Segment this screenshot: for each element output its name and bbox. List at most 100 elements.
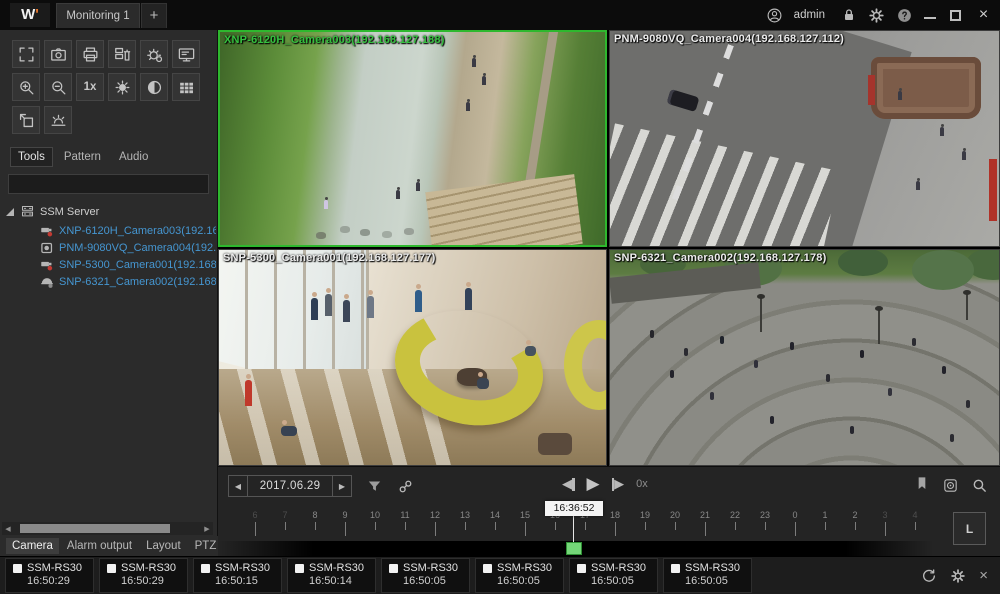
event-type-icon: [577, 564, 586, 573]
zoom-out-button[interactable]: [44, 73, 72, 101]
event-time: 16:50:15: [215, 575, 281, 587]
refresh-icon[interactable]: [921, 568, 937, 584]
zoom-in-button[interactable]: [12, 73, 40, 101]
scroll-left-icon[interactable]: ◀: [2, 525, 14, 533]
prev-day-button[interactable]: ◀: [228, 475, 248, 497]
event-type-icon: [671, 564, 680, 573]
date-field[interactable]: 2017.06.29: [248, 475, 332, 497]
scrollbar-thumb[interactable]: [20, 524, 170, 533]
delete-record-button[interactable]: [108, 40, 136, 68]
timeline-tick: [765, 522, 766, 530]
tree-node-server[interactable]: SSM Server: [6, 204, 217, 219]
person-figure: [281, 426, 297, 436]
filter-icon[interactable]: [366, 478, 383, 495]
event-cell-1[interactable]: SSM-RS3016:50:29: [5, 558, 94, 593]
person-figure: [343, 300, 350, 322]
event-time: 16:50:05: [403, 575, 469, 587]
event-cell-5[interactable]: SSM-RS3016:50:05: [381, 558, 470, 593]
playback-speed: 0x: [636, 478, 648, 490]
video-tile-3[interactable]: SNP-5300_Camera001(192.168.127.177): [218, 249, 607, 466]
timeline-tick: [345, 522, 346, 536]
sidebar-tab-pattern[interactable]: Pattern: [57, 148, 108, 166]
event-cell-8[interactable]: SSM-RS3016:50:05: [663, 558, 752, 593]
tree-node-camera-4[interactable]: SNP-6321_Camera002(192.168.127.178): [40, 273, 216, 290]
bottom-tab-alarm-output[interactable]: Alarm output: [61, 538, 138, 554]
person-figure: [525, 346, 536, 356]
link-icon[interactable]: [397, 478, 414, 495]
display-button[interactable]: [172, 40, 200, 68]
person-figure: [482, 76, 486, 85]
next-day-button[interactable]: ▶: [332, 475, 352, 497]
alarm-button[interactable]: [44, 106, 72, 134]
event-type-icon: [389, 564, 398, 573]
timeline-hour-label: 7: [275, 510, 295, 520]
help-icon[interactable]: [896, 7, 913, 24]
live-mode-button[interactable]: L: [953, 512, 986, 545]
video-tile-2[interactable]: PNM-9080VQ_Camera004(192.168.127.112): [609, 30, 1000, 247]
bottom-tab-layout[interactable]: Layout: [140, 538, 187, 554]
layout-grid-button[interactable]: [172, 73, 200, 101]
person-figure: [367, 296, 374, 318]
event-cell-3[interactable]: SSM-RS3016:50:15: [193, 558, 282, 593]
step-forward-button[interactable]: ▶: [612, 476, 625, 492]
video-tile-1[interactable]: XNP-6120H_Camera003(192.168.127.188): [218, 30, 607, 247]
add-tab-button[interactable]: +: [141, 3, 167, 28]
timeline-tick: [795, 522, 796, 536]
print-button[interactable]: [76, 40, 104, 68]
tree-node-camera-2[interactable]: PNM-9080VQ_Camera004(192.168.127.112): [40, 239, 216, 256]
event-time: 16:50:05: [685, 575, 751, 587]
tab-monitoring-1[interactable]: Monitoring 1: [56, 3, 140, 28]
tree-expand-icon[interactable]: [6, 208, 14, 216]
maximize-button[interactable]: [947, 7, 964, 24]
sidebar-horizontal-scrollbar[interactable]: ◀ ▶: [2, 522, 213, 535]
person-figure: [325, 294, 332, 316]
search-playback-icon[interactable]: [971, 477, 988, 494]
video-tile-4[interactable]: SNP-6321_Camera002(192.168.127.178): [609, 249, 1000, 466]
timeline-position-marker[interactable]: [566, 542, 582, 555]
event-cell-7[interactable]: SSM-RS3016:50:05: [569, 558, 658, 593]
sidebar-tab-tools[interactable]: Tools: [10, 147, 53, 167]
timeline-tick: [825, 522, 826, 530]
ptz-pattern-button[interactable]: [12, 106, 40, 134]
tree-node-camera-1[interactable]: XNP-6120H_Camera003(192.168.127.188): [40, 222, 216, 239]
bottom-tab-camera[interactable]: Camera: [6, 538, 59, 554]
step-backward-button[interactable]: ◀: [562, 476, 575, 492]
scrollbar-track[interactable]: [14, 523, 201, 534]
event-cell-2[interactable]: SSM-RS3016:50:29: [99, 558, 188, 593]
tree-node-camera-3[interactable]: SNP-5300_Camera001(192.168.127.177): [40, 256, 216, 273]
zoom-1x-button[interactable]: 1x: [76, 73, 104, 101]
export-record-icon[interactable]: [942, 477, 959, 494]
bookmark-icon[interactable]: [914, 475, 930, 496]
timeline-tick: [735, 522, 736, 530]
snapshot-button[interactable]: [44, 40, 72, 68]
event-settings-gear-icon[interactable]: [950, 568, 966, 584]
lock-icon[interactable]: [840, 7, 857, 24]
contrast-button[interactable]: [140, 73, 168, 101]
minimize-button[interactable]: [924, 9, 936, 21]
timeline-track[interactable]: [218, 541, 948, 556]
sidebar-tab-audio[interactable]: Audio: [112, 148, 155, 166]
event-cell-6[interactable]: SSM-RS3016:50:05: [475, 558, 564, 593]
event-strip-close-icon[interactable]: ×: [979, 567, 988, 584]
settings-gear-icon[interactable]: [868, 7, 885, 24]
fullscreen-button[interactable]: [12, 40, 40, 68]
brightness-button[interactable]: [108, 73, 136, 101]
play-button[interactable]: ▶: [587, 474, 600, 494]
scroll-right-icon[interactable]: ▶: [201, 525, 213, 533]
search-input[interactable]: [9, 176, 208, 194]
timeline-tick: [855, 522, 856, 530]
timeline-cursor-line: [573, 516, 574, 542]
camera-osd-label: XNP-6120H_Camera003(192.168.127.188): [224, 34, 445, 46]
event-time: 16:50:29: [27, 575, 93, 587]
event-cell-4[interactable]: SSM-RS3016:50:14: [287, 558, 376, 593]
event-rule-icon: [145, 45, 164, 64]
event-source: SSM-RS30: [215, 562, 270, 574]
timeline-hour-label: 21: [695, 510, 715, 520]
timeline[interactable]: 6789101112131415161718192021222301234 16…: [218, 504, 1000, 556]
event-type-icon: [13, 564, 22, 573]
event-rule-button[interactable]: [140, 40, 168, 68]
timeline-tick: [555, 522, 556, 530]
video-grid: XNP-6120H_Camera003(192.168.127.188) P: [218, 30, 1000, 466]
timeline-tick: [465, 522, 466, 530]
close-button[interactable]: ×: [975, 7, 992, 24]
